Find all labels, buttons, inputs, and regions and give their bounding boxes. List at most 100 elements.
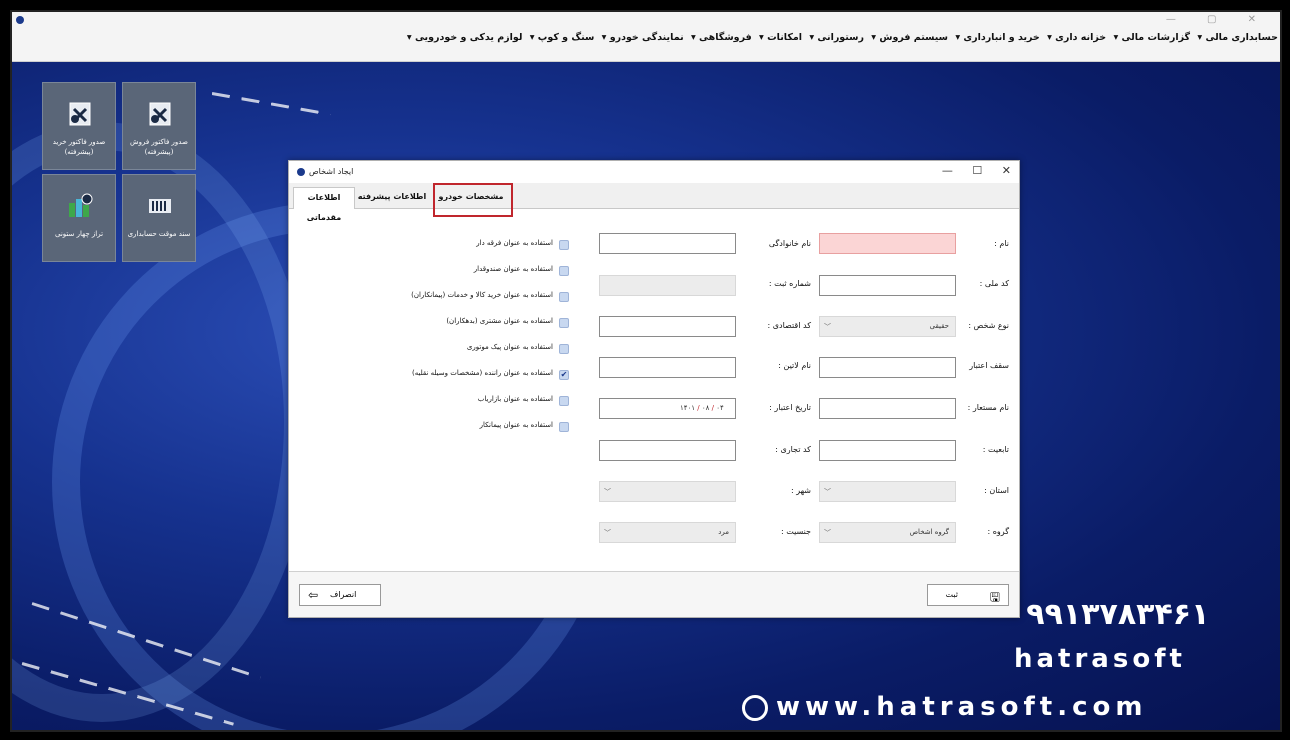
nationality-input[interactable] [819, 440, 956, 461]
checkbox-label: استفاده به عنوان پیک موتوری [466, 343, 553, 351]
brand-name: hatrasoft [1014, 644, 1186, 674]
tile-label: صدور فاکتور خرید (پیشرفته) [52, 138, 106, 156]
brand-website-text: www.hatrasoft.com [776, 692, 1148, 722]
group-select[interactable]: ﹀ گروه اشخاص [819, 522, 956, 543]
person-type-select[interactable]: ﹀ حقیقی [819, 316, 956, 337]
checkbox-label: استفاده به عنوان بازاریاب [477, 395, 553, 403]
dialog-title: ایجاد اشخاص [309, 167, 354, 176]
maximize-button[interactable]: ☐ [972, 164, 982, 177]
checkbox-checked[interactable]: ✔ [559, 370, 569, 380]
menu-treasury[interactable]: خزانه داری ▾ [1047, 32, 1106, 43]
purchase-invoice-icon [69, 102, 91, 126]
window-controls[interactable]: — ▢ ✕ [1166, 14, 1270, 25]
latin-name-label: نام لاتین : [778, 361, 811, 370]
tile-label: صدور فاکتور فروش (پیشرفته) [130, 138, 188, 156]
family-label: نام خانوادگی [768, 239, 811, 248]
reg-number-input[interactable] [599, 275, 736, 296]
checkbox-row[interactable]: استفاده به عنوان مشتری (بدهکاران) [385, 317, 575, 331]
cancel-button[interactable]: ⇦ انصراف [299, 584, 381, 606]
close-button[interactable]: ✕ [1002, 164, 1011, 177]
checkbox-label: استفاده به عنوان صندوقدار [473, 265, 553, 273]
alias-input[interactable] [819, 398, 956, 419]
province-select[interactable]: ﹀ [819, 481, 956, 502]
menu-facilities[interactable]: امکانات ▾ [759, 32, 802, 43]
person-type-label: نوع شخص : [968, 321, 1009, 330]
tab-highlight-box [433, 183, 513, 217]
menu-restaurant[interactable]: رستورانی ▾ [809, 32, 864, 43]
back-arrow-icon: ⇦ [308, 588, 319, 602]
brand-website: www.hatrasoft.com [742, 692, 1147, 722]
checkbox[interactable] [559, 396, 569, 406]
checkbox-label: استفاده به عنوان پیمانکار [479, 421, 553, 429]
accounting-voucher-icon [149, 199, 171, 213]
save-icon: 🖫 [989, 590, 1000, 604]
dialog-titlebar: ایجاد اشخاص — ☐ ✕ [289, 161, 1019, 183]
menu-store[interactable]: فروشگاهی ▾ [691, 32, 752, 43]
name-input[interactable] [819, 233, 956, 254]
tile-trial-balance[interactable]: تراز چهار ستونی [42, 174, 116, 262]
province-label: استان : [984, 486, 1009, 495]
tile-purchase-invoice[interactable]: صدور فاکتور خرید (پیشرفته) [42, 82, 116, 170]
credit-limit-input[interactable] [819, 357, 956, 378]
menu-car-dealership[interactable]: نمایندگی خودرو ▾ [602, 32, 684, 43]
checkbox[interactable] [559, 240, 569, 250]
chevron-down-icon: ﹀ [824, 488, 831, 496]
dialog-app-icon [297, 168, 305, 176]
submit-button-label: ثبت [945, 590, 959, 599]
menu-purchase-inventory[interactable]: خرید و انبارداری ▾ [955, 32, 1039, 43]
reg-number-label: شماره ثبت : [768, 279, 811, 288]
gender-select[interactable]: ﹀ مرد [599, 522, 736, 543]
economic-code-input[interactable] [599, 316, 736, 337]
national-code-label: کد ملی : [979, 279, 1009, 288]
commercial-code-input[interactable] [599, 440, 736, 461]
app-titlebar: — ▢ ✕ حسابداری مالی ▾ گزارشات مالی ▾ خزا… [12, 12, 1280, 62]
create-person-dialog: ایجاد اشخاص — ☐ ✕ اطلاعات مقدماتی اطلاعا… [288, 160, 1020, 618]
checkbox-row[interactable]: ✔ استفاده به عنوان راننده (مشخصات وسیله … [385, 369, 575, 383]
tab-basic-info[interactable]: اطلاعات مقدماتی [293, 187, 355, 222]
checkbox[interactable] [559, 292, 569, 302]
minimize-button[interactable]: — [942, 164, 953, 177]
national-code-input[interactable] [819, 275, 956, 296]
gender-label: جنسیت : [780, 527, 811, 536]
checkbox[interactable] [559, 422, 569, 432]
checkbox-label: استفاده به عنوان خرید کالا و خدمات (پیما… [411, 291, 553, 299]
tile-accounting-voucher[interactable]: سند موقت حسابداری [122, 174, 196, 262]
chevron-down-icon: ﹀ [824, 323, 831, 331]
checkbox-row[interactable]: استفاده به عنوان فرقه دار [385, 239, 575, 253]
menu-spare-parts[interactable]: لوازم یدکی و خودرویی ▾ [407, 32, 523, 43]
checkbox-row[interactable]: استفاده به عنوان بازاریاب [385, 395, 575, 409]
latin-name-input[interactable] [599, 357, 736, 378]
family-input[interactable] [599, 233, 736, 254]
dialog-tabbar: اطلاعات مقدماتی اطلاعات پیشرفته مشخصات خ… [289, 183, 1019, 222]
group-label: گروه : [987, 527, 1009, 536]
menu-financial-accounting[interactable]: حسابداری مالی ▾ [1197, 32, 1278, 43]
credit-date-input[interactable]: ۱۴۰۱ / ۰۸ / ۰۴ [599, 398, 736, 419]
checkbox-row[interactable]: استفاده به عنوان پیک موتوری [385, 343, 575, 357]
group-value: گروه اشخاص [909, 528, 949, 536]
checkbox[interactable] [559, 318, 569, 328]
checkbox[interactable] [559, 344, 569, 354]
dialog-footer: 🖫 ثبت ⇦ انصراف [289, 571, 1019, 617]
checkbox-row[interactable]: استفاده به عنوان خرید کالا و خدمات (پیما… [385, 291, 575, 305]
dialog-controls: — ☐ ✕ [926, 164, 1011, 177]
menu-financial-reports[interactable]: گزارشات مالی ▾ [1113, 32, 1190, 43]
app-icon [16, 16, 24, 24]
main-menubar: حسابداری مالی ▾ گزارشات مالی ▾ خزانه دار… [403, 32, 1278, 43]
nationality-label: تابعیت : [982, 445, 1009, 454]
checkbox-label: استفاده به عنوان راننده (مشخصات وسیله نق… [411, 369, 553, 377]
chevron-down-icon: ﹀ [604, 529, 611, 537]
menu-sales-system[interactable]: سیستم فروش ▾ [871, 32, 948, 43]
checkbox-row[interactable]: استفاده به عنوان صندوقدار [385, 265, 575, 279]
city-select[interactable]: ﹀ [599, 481, 736, 502]
brand-phone: ۰۹۹۱۳۷۸۳۴۶۱ [1008, 597, 1210, 632]
menu-stone[interactable]: سنگ و کوپ ▾ [530, 32, 595, 43]
tile-sales-invoice[interactable]: صدور فاکتور فروش (پیشرفته) [122, 82, 196, 170]
checkbox[interactable] [559, 266, 569, 276]
commercial-code-label: کد تجاری : [775, 445, 811, 454]
submit-button[interactable]: 🖫 ثبت [927, 584, 1009, 606]
background-dash-line [211, 92, 331, 116]
tile-label: تراز چهار ستونی [54, 230, 104, 238]
economic-code-label: کد اقتصادی : [767, 321, 811, 330]
checkbox-row[interactable]: استفاده به عنوان پیمانکار [385, 421, 575, 435]
tab-advanced-info[interactable]: اطلاعات پیشرفته [357, 187, 427, 209]
